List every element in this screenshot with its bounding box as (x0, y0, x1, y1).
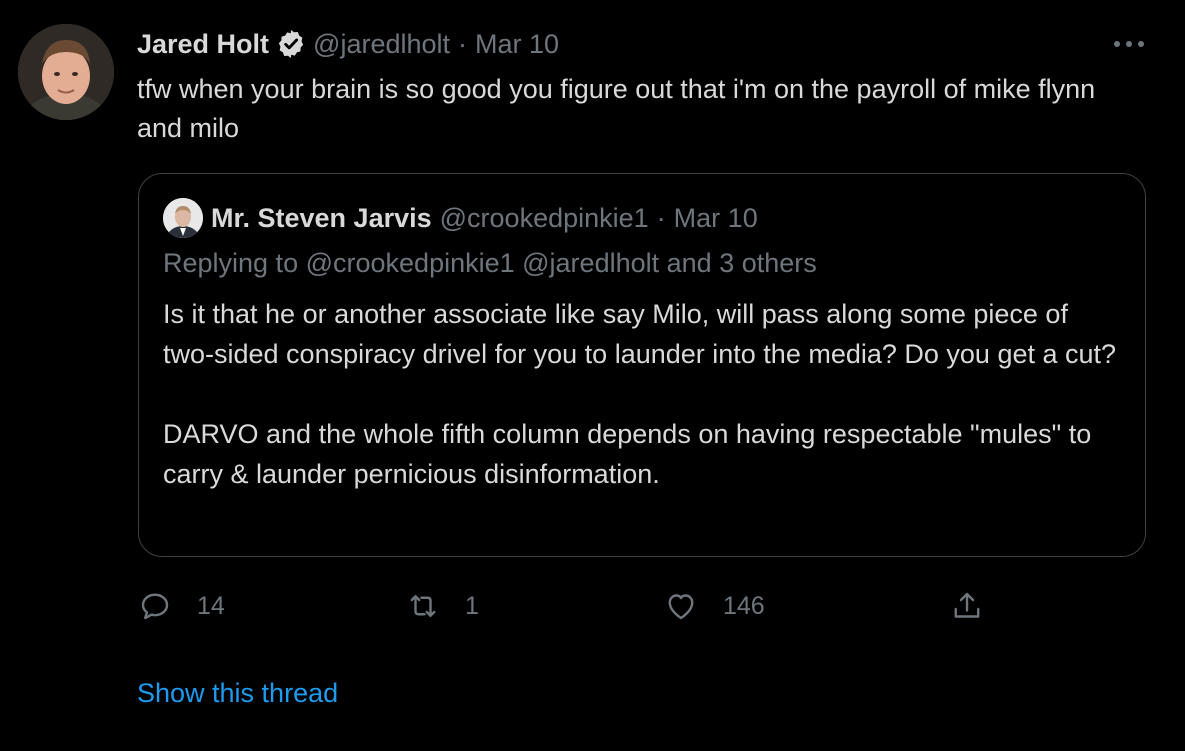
replying-to-others[interactable]: and 3 others (667, 248, 817, 278)
author-name[interactable]: Jared Holt (137, 29, 269, 60)
tweet-actions: 14 1 146 (137, 586, 1037, 626)
tweet-header: Jared Holt @jaredlholt · Mar 10 (137, 26, 559, 62)
tweet[interactable]: Jared Holt @jaredlholt · Mar 10 tfw when… (0, 0, 1185, 751)
reply-button[interactable]: 14 (137, 586, 225, 626)
reply-count: 14 (197, 591, 225, 620)
tweet-date[interactable]: Mar 10 (475, 29, 559, 60)
retweet-icon (410, 595, 436, 617)
quoted-header-separator: · (656, 202, 666, 233)
share-icon (954, 592, 980, 618)
quoted-tweet-date: Mar 10 (673, 202, 758, 233)
quoted-author-handle[interactable]: @crookedpinkie1 (440, 203, 649, 234)
reply-icon (141, 593, 169, 620)
header-separator: · (458, 28, 468, 59)
quoted-tweet-text: Is it that he or another associate like … (163, 294, 1123, 494)
quoted-paragraph: DARVO and the whole fifth column depends… (163, 419, 1092, 489)
quoted-tweet[interactable]: Mr. Steven Jarvis @crookedpinkie1 · Mar … (138, 173, 1146, 557)
tweet-text: tfw when your brain is so good you figur… (137, 74, 1096, 143)
retweet-button[interactable]: 1 (405, 586, 479, 626)
heart-icon (668, 594, 694, 620)
author-avatar[interactable] (18, 24, 114, 120)
quoted-paragraph: Is it that he or another associate like … (163, 299, 1117, 369)
quoted-author-name[interactable]: Mr. Steven Jarvis (211, 203, 432, 234)
share-button[interactable] (949, 586, 985, 626)
replying-to-handles[interactable]: @crookedpinkie1 @jaredlholt (306, 248, 660, 278)
retweet-count: 1 (465, 591, 479, 620)
more-horizontal-icon[interactable] (1112, 30, 1146, 58)
like-count: 146 (723, 591, 765, 620)
like-button[interactable]: 146 (663, 586, 765, 626)
author-handle[interactable]: @jaredlholt (313, 29, 450, 60)
show-thread-link[interactable]: Show this thread (137, 678, 338, 709)
replying-to-line: Replying to @crookedpinkie1 @jaredlholt … (163, 248, 817, 279)
quoted-tweet-header: Mr. Steven Jarvis @crookedpinkie1 · Mar … (211, 200, 758, 236)
replying-to-prefix: Replying to (163, 248, 299, 278)
quoted-author-avatar[interactable] (163, 198, 203, 238)
verified-badge-icon (275, 28, 307, 60)
